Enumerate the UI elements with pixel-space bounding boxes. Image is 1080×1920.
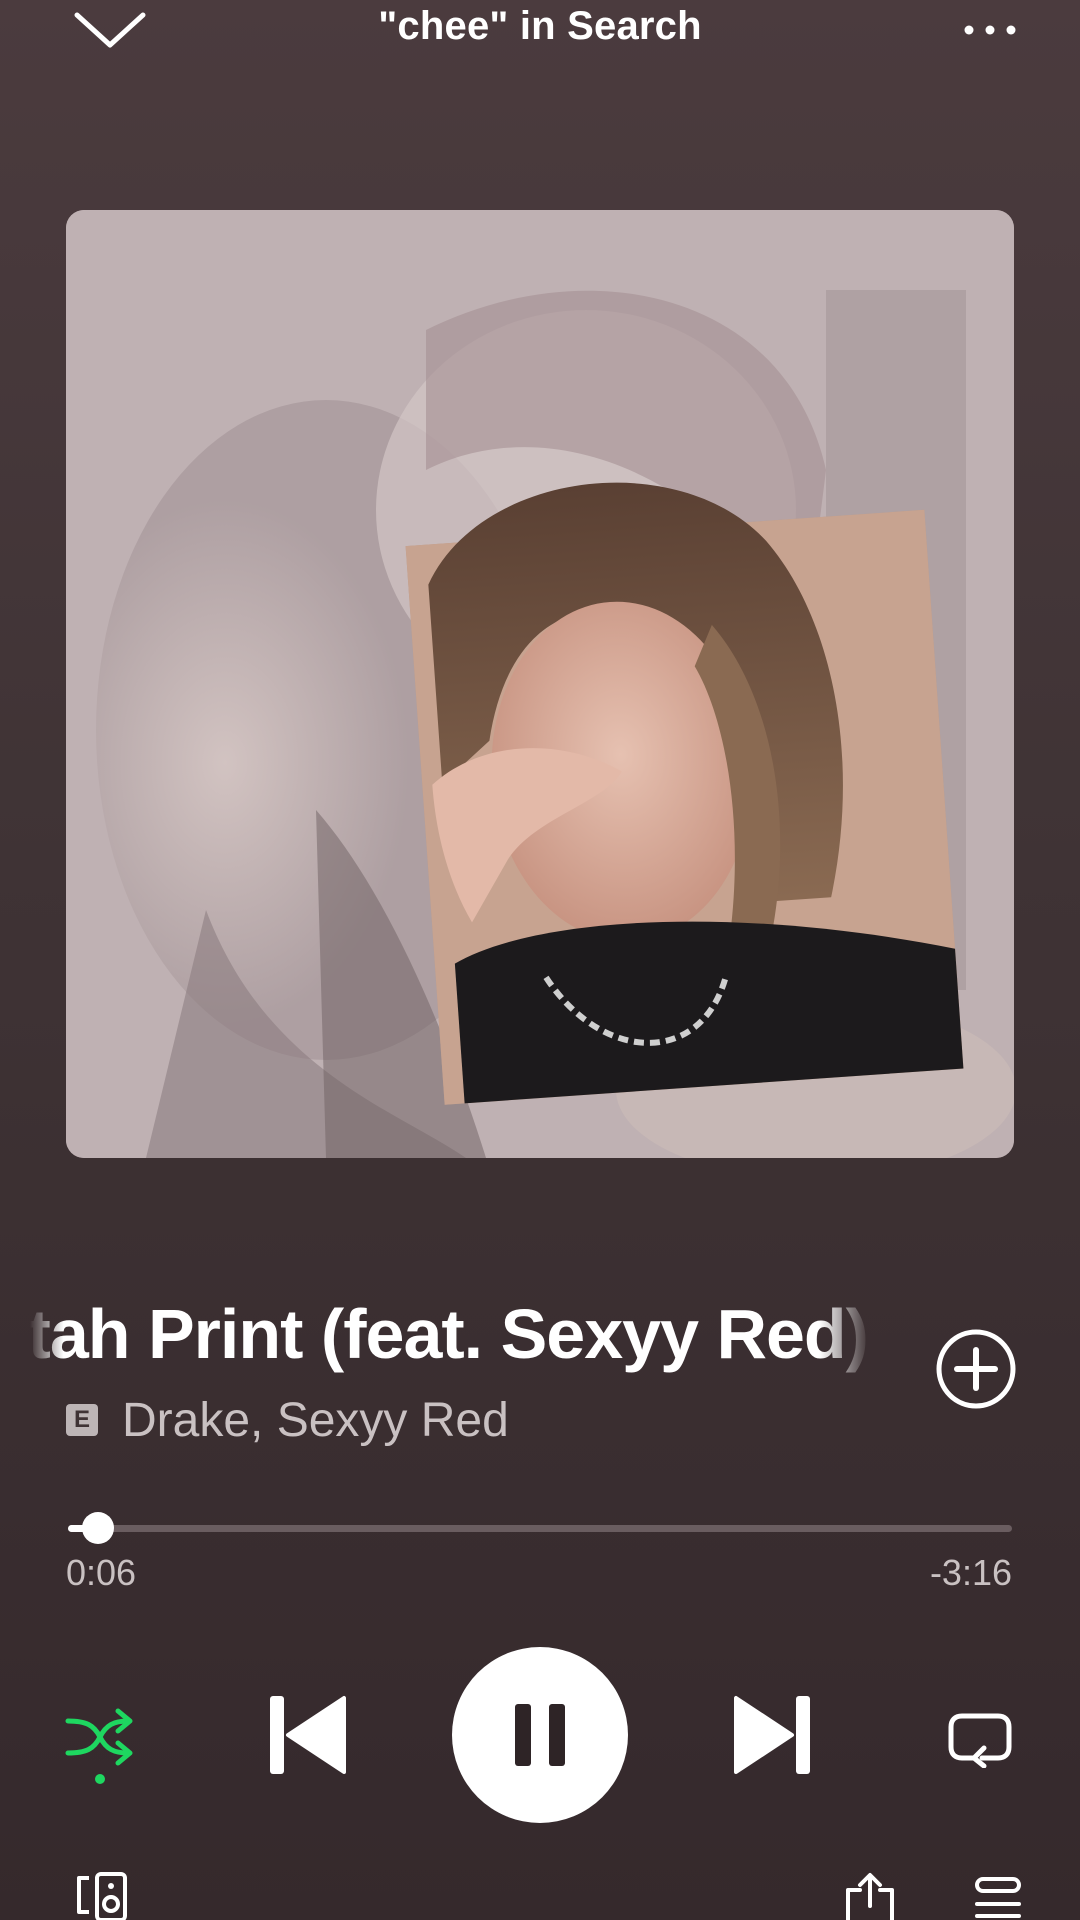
previous-track-button[interactable] (262, 1690, 352, 1780)
play-pause-button[interactable] (452, 1647, 628, 1823)
queue-icon (975, 1877, 1021, 1918)
playing-from-title: "chee" in Search (378, 4, 702, 48)
playback-progress-bar[interactable] (68, 1510, 1012, 1546)
shuffle-icon (65, 1708, 133, 1784)
more-options-button[interactable] (940, 0, 1040, 60)
elapsed-time: 0:06 (66, 1552, 137, 1593)
repeat-button[interactable] (940, 1700, 1020, 1780)
skip-previous-icon (270, 1696, 346, 1774)
progress-track (68, 1525, 1012, 1532)
artist-row: E Drake, Sexyy Red (66, 1392, 509, 1448)
pause-icon (515, 1704, 565, 1766)
player-header: "chee" in Search (0, 0, 1080, 80)
share-icon (846, 1873, 894, 1920)
shuffle-button[interactable] (60, 1700, 140, 1790)
album-art-graphic (66, 210, 1014, 1158)
connect-device-icon (77, 1872, 127, 1920)
remaining-time: -3:16 (929, 1552, 1012, 1593)
artist-names[interactable]: Drake, Sexyy Red (122, 1393, 509, 1448)
add-circle-icon (936, 1329, 1016, 1409)
more-horizontal-icon (964, 25, 1016, 35)
track-title[interactable]: Cheetah Print (feat. Sexyy Red) (30, 1294, 869, 1374)
skip-next-icon (734, 1696, 810, 1774)
queue-button[interactable] (968, 1876, 1028, 1920)
connect-device-button[interactable] (72, 1872, 132, 1920)
repeat-icon (948, 1713, 1012, 1768)
share-button[interactable] (840, 1872, 900, 1920)
album-art (66, 210, 1014, 1158)
add-to-library-button[interactable] (935, 1328, 1017, 1410)
track-title-marquee: Cheetah Print (feat. Sexyy Red) (30, 1290, 870, 1380)
explicit-badge: E (66, 1404, 98, 1436)
progress-thumb[interactable] (82, 1512, 114, 1544)
next-track-button[interactable] (728, 1690, 818, 1780)
